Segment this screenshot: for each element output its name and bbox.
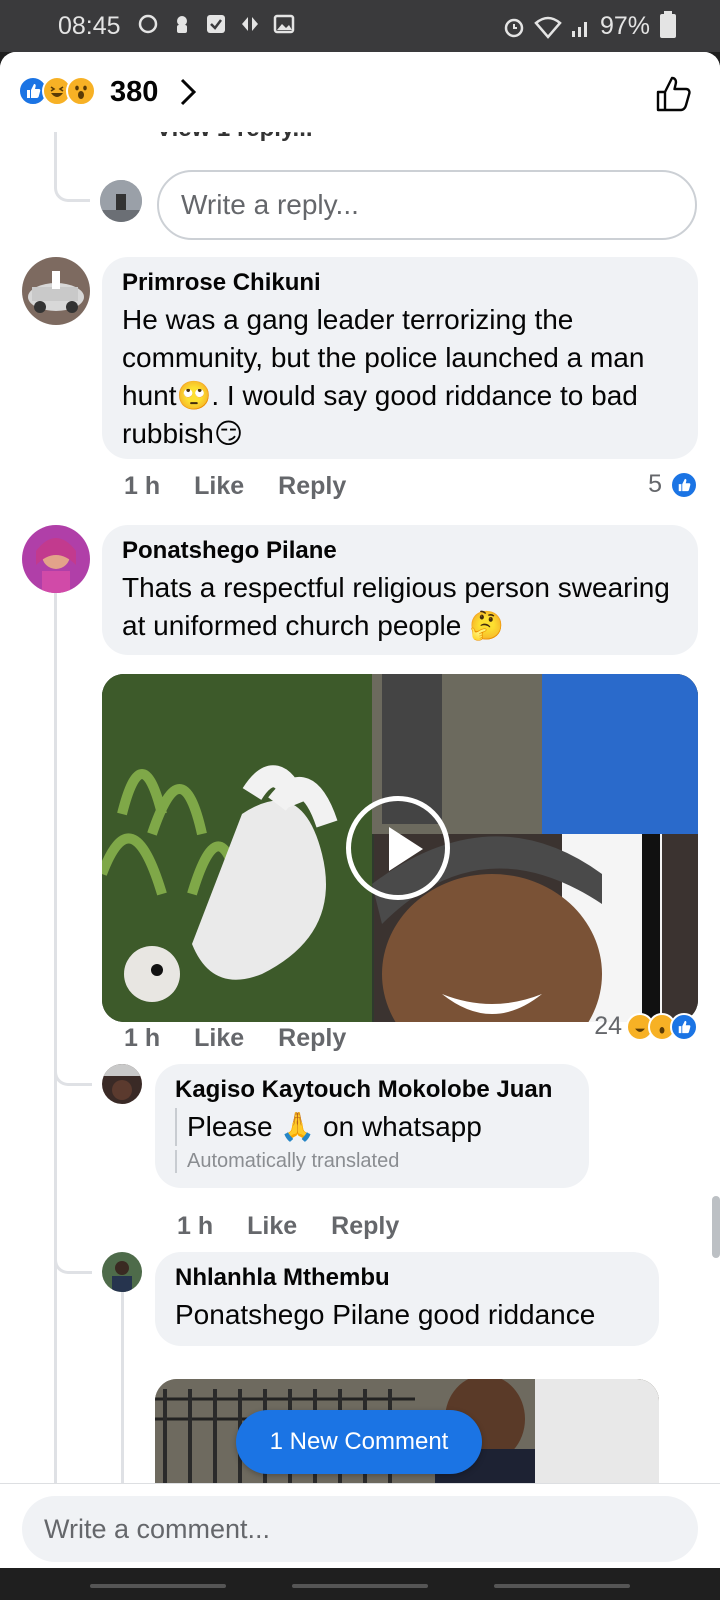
avatar[interactable] — [22, 525, 90, 593]
avatar[interactable] — [22, 257, 90, 325]
comment-input[interactable]: Write a comment... — [22, 1496, 698, 1562]
reply-connector — [54, 1240, 92, 1274]
current-user-avatar — [100, 180, 142, 222]
like-reaction-icon — [670, 1012, 698, 1041]
reply-button[interactable]: Reply — [278, 472, 346, 501]
app-icon — [177, 16, 187, 33]
comment-bubble: Ponatshego Pilane Thats a respectful rel… — [102, 525, 698, 655]
like-button-icon[interactable] — [654, 74, 694, 114]
home-button[interactable] — [292, 1584, 428, 1588]
like-button[interactable]: Like — [194, 472, 244, 501]
comment-composer: Write a comment... — [0, 1483, 720, 1568]
play-button[interactable] — [346, 796, 450, 900]
new-comment-button[interactable]: 1 New Comment — [236, 1410, 482, 1474]
battery-icon — [660, 11, 676, 38]
comment-time[interactable]: 1 h — [124, 472, 160, 501]
reply-button[interactable]: Reply — [331, 1212, 399, 1241]
status-time: 08:45 — [58, 12, 121, 40]
comment-text: Thats a respectful religious person swea… — [122, 572, 670, 641]
sync-icon — [138, 14, 158, 34]
comments-sheet: 380 View 1 reply... Write a reply... Pri… — [0, 52, 720, 1568]
comment-author[interactable]: Ponatshego Pilane — [122, 537, 678, 565]
like-reaction-icon — [670, 470, 698, 499]
reply-text: Ponatshego Pilane good riddance — [175, 1299, 596, 1330]
battery-percent: 97% — [599, 12, 650, 40]
comment-time[interactable]: 1 h — [124, 1024, 160, 1053]
reply-actions: 1 h Like Reply — [177, 1212, 399, 1241]
reaction-summary[interactable] — [18, 76, 96, 106]
reaction-count[interactable]: 380 — [110, 76, 158, 109]
reaction-count-value: 5 — [648, 470, 662, 498]
comment-actions: 1 h Like Reply — [124, 1024, 346, 1053]
comment-author[interactable]: Primrose Chikuni — [122, 269, 678, 297]
reply-input[interactable]: Write a reply... — [157, 170, 697, 240]
wow-reaction-icon — [66, 76, 96, 106]
comment-reaction-count[interactable]: 5 — [648, 470, 698, 499]
avatar[interactable] — [102, 1252, 142, 1292]
comment-actions: 1 h Like Reply — [124, 472, 346, 501]
code-icon — [242, 17, 258, 31]
wifi-icon — [534, 16, 562, 39]
back-button[interactable] — [494, 1584, 630, 1588]
comment-reaction-count[interactable]: 24 — [594, 1012, 698, 1041]
checkbox-icon — [207, 15, 225, 33]
reactions-header: 380 — [0, 52, 720, 132]
avatar[interactable] — [102, 1064, 142, 1104]
image-icon — [273, 14, 295, 34]
scrollbar-thumb[interactable] — [712, 1196, 720, 1258]
thread-line — [121, 1292, 124, 1492]
signal-icon — [571, 21, 587, 37]
reply-author[interactable]: Kagiso Kaytouch Mokolobe Juan — [175, 1076, 569, 1104]
like-button[interactable]: Like — [247, 1212, 297, 1241]
reply-button[interactable]: Reply — [278, 1024, 346, 1053]
alarm-icon — [504, 18, 524, 37]
comment-text: He was a gang leader terrorizing the com… — [122, 304, 645, 449]
reply-bubble: Kagiso Kaytouch Mokolobe Juan Please 🙏 o… — [155, 1064, 589, 1188]
reply-text: Please 🙏 on whatsapp — [175, 1108, 569, 1146]
like-button[interactable]: Like — [194, 1024, 244, 1053]
status-right: 97% — [502, 12, 650, 41]
status-bar: 08:45 97% — [0, 0, 720, 52]
thread-connector — [54, 132, 90, 202]
system-nav-bar — [0, 1568, 720, 1600]
comment-bubble: Primrose Chikuni He was a gang leader te… — [102, 257, 698, 459]
status-notification-icons — [136, 12, 296, 36]
reply-bubble: Nhlanhla Mthembu Ponatshego Pilane good … — [155, 1252, 659, 1346]
translated-note: Automatically translated — [175, 1150, 569, 1173]
reaction-count-value: 24 — [594, 1012, 622, 1040]
reply-connector — [54, 1052, 92, 1086]
comment-video[interactable] — [102, 674, 698, 1022]
chevron-right-icon[interactable] — [178, 76, 198, 108]
reply-time[interactable]: 1 h — [177, 1212, 213, 1241]
reply-author[interactable]: Nhlanhla Mthembu — [175, 1264, 639, 1292]
recent-apps-button[interactable] — [90, 1584, 226, 1588]
thread-line — [54, 592, 57, 1492]
